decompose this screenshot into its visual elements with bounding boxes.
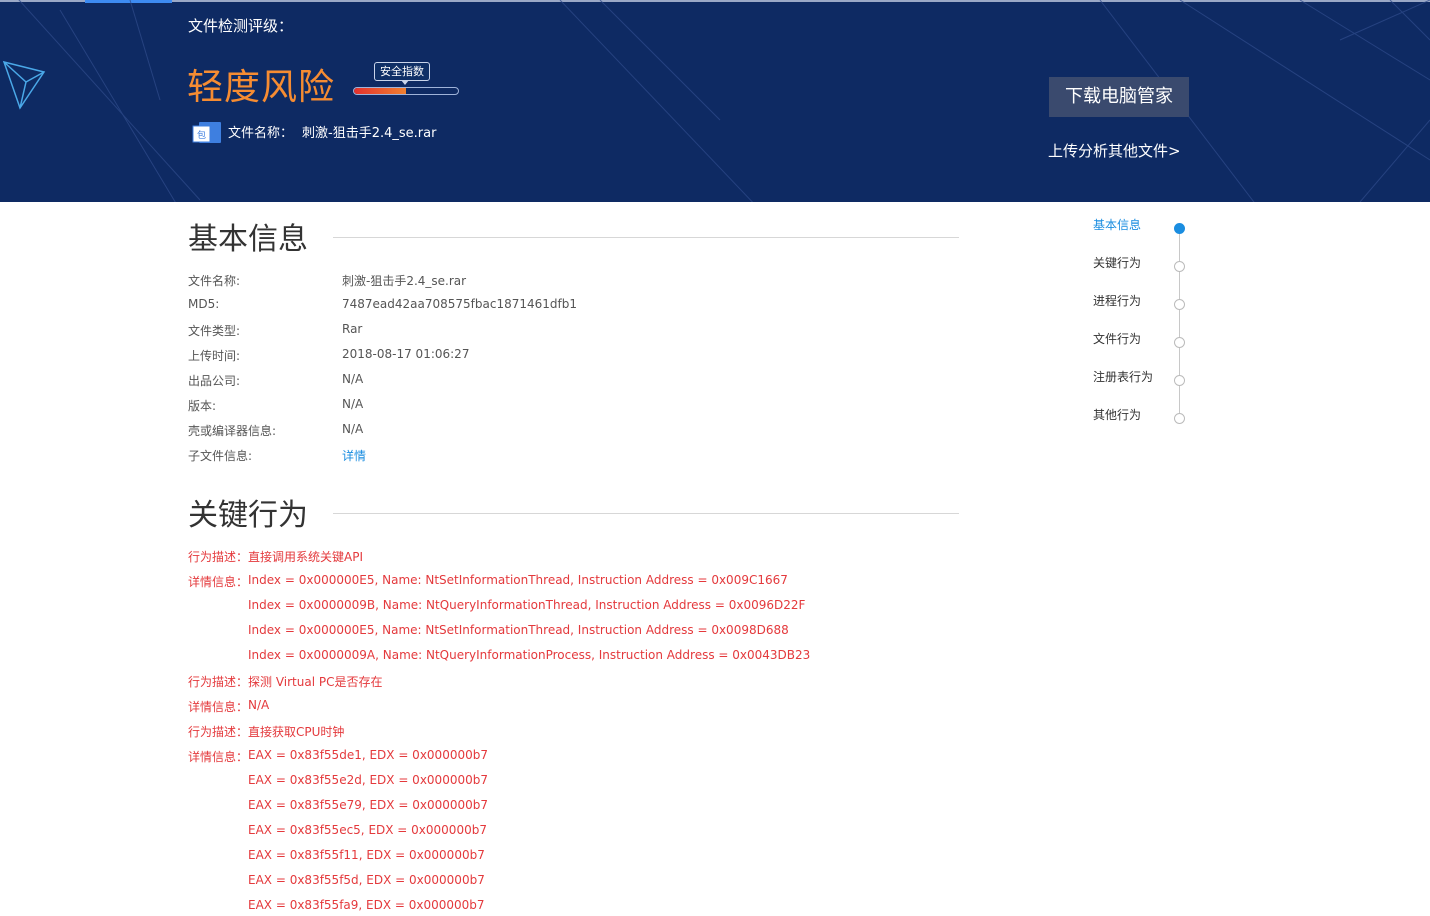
behavior-value: EAX = 0x83f55e79, EDX = 0x000000b7 — [248, 798, 488, 812]
side-nav-dot[interactable] — [1174, 261, 1185, 272]
side-nav-item-basic-info[interactable]: 基本信息 — [1093, 216, 1141, 233]
side-nav-track — [1179, 228, 1180, 418]
info-label: 文件类型: — [188, 324, 241, 338]
basic-info-title: 基本信息 — [188, 222, 308, 257]
header-banner: 文件检测评级： 轻度风险 安全指数 包 文件名称： 刺激-狙击手2.4_se.r… — [0, 0, 1430, 202]
behavior-value: 直接获取CPU时钟 — [248, 725, 345, 739]
side-nav-dot[interactable] — [1174, 413, 1185, 424]
file-name-value: 刺激-狙击手2.4_se.rar — [302, 126, 437, 141]
behavior-value: EAX = 0x83f55ec5, EDX = 0x000000b7 — [248, 823, 487, 837]
info-value: Rar — [342, 322, 363, 336]
behavior-label: 行为描述： — [188, 725, 249, 739]
behavior-value: Index = 0x000000E5, Name: NtSetInformati… — [248, 573, 788, 587]
side-nav-item-other-behavior[interactable]: 其他行为 — [1093, 406, 1141, 423]
safety-index-meter-fill — [354, 88, 406, 94]
side-nav-dot[interactable] — [1174, 223, 1185, 234]
behavior-value: EAX = 0x83f55de1, EDX = 0x000000b7 — [248, 748, 488, 762]
archive-file-icon-glyph: 包 — [197, 129, 206, 141]
archive-file-icon: 包 — [192, 122, 221, 143]
info-label: 文件名称: — [188, 274, 241, 288]
info-label: 版本: — [188, 399, 217, 413]
info-label: MD5: — [188, 297, 220, 311]
side-nav-item-file-behavior[interactable]: 文件行为 — [1093, 330, 1141, 347]
basic-info-divider — [333, 237, 959, 238]
download-pc-manager-button[interactable]: 下载电脑管家 — [1049, 77, 1189, 117]
behavior-label: 行为描述： — [188, 675, 249, 689]
behavior-label: 详情信息： — [188, 700, 249, 714]
side-nav-item-process-behavior[interactable]: 进程行为 — [1093, 292, 1141, 309]
behavior-value: Index = 0x000000E5, Name: NtSetInformati… — [248, 623, 789, 637]
info-value: 2018-08-17 01:06:27 — [342, 347, 470, 361]
behavior-value: 探测 Virtual PC是否存在 — [248, 675, 383, 689]
info-value: 刺激-狙击手2.4_se.rar — [342, 274, 467, 288]
key-behavior-divider — [333, 513, 959, 514]
triangle-logo-icon — [2, 60, 46, 110]
behavior-label: 详情信息： — [188, 750, 249, 764]
behavior-value: 直接调用系统关键API — [248, 550, 363, 564]
info-label: 上传时间: — [188, 349, 241, 363]
info-label: 出品公司: — [188, 374, 241, 388]
side-nav-item-key-behavior[interactable]: 关键行为 — [1093, 254, 1141, 271]
side-nav-dot[interactable] — [1174, 375, 1185, 386]
key-behavior-title: 关键行为 — [188, 498, 308, 533]
behavior-value: EAX = 0x83f55f5d, EDX = 0x000000b7 — [248, 873, 485, 887]
info-value: 7487ead42aa708575fbac1871461dfb1 — [342, 297, 578, 311]
behavior-value: EAX = 0x83f55fa9, EDX = 0x000000b7 — [248, 898, 485, 912]
rating-title: 文件检测评级： — [188, 17, 294, 35]
side-nav-dot[interactable] — [1174, 337, 1185, 348]
upload-other-file-link[interactable]: 上传分析其他文件> — [1048, 140, 1181, 161]
behavior-value: N/A — [248, 698, 270, 712]
safety-index-meter — [353, 87, 459, 95]
safety-index-tag: 安全指数 — [374, 62, 430, 85]
behavior-value: EAX = 0x83f55f11, EDX = 0x000000b7 — [248, 848, 485, 862]
behavior-label: 行为描述： — [188, 550, 249, 564]
behavior-value: EAX = 0x83f55e2d, EDX = 0x000000b7 — [248, 773, 488, 787]
subfile-details-link[interactable]: 详情 — [342, 447, 366, 464]
info-value: N/A — [342, 397, 364, 411]
info-value: N/A — [342, 372, 364, 386]
side-nav-dot[interactable] — [1174, 299, 1185, 310]
risk-level: 轻度风险 — [187, 67, 336, 108]
info-label: 壳或编译器信息: — [188, 424, 277, 438]
behavior-value: Index = 0x0000009B, Name: NtQueryInforma… — [248, 598, 806, 612]
info-value: N/A — [342, 422, 364, 436]
file-name-label: 文件名称： — [228, 126, 294, 141]
behavior-value: Index = 0x0000009A, Name: NtQueryInforma… — [248, 648, 811, 662]
side-nav-item-registry-behavior[interactable]: 注册表行为 — [1093, 368, 1153, 385]
behavior-label: 详情信息： — [188, 575, 249, 589]
info-label: 子文件信息: — [188, 449, 253, 463]
